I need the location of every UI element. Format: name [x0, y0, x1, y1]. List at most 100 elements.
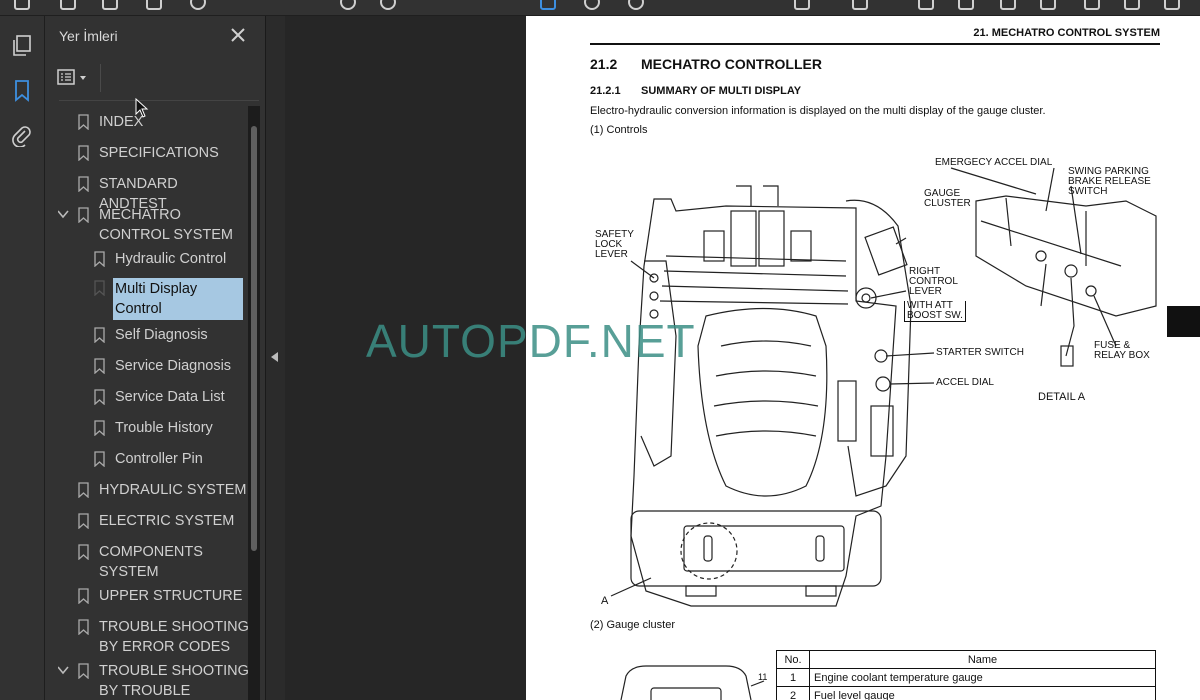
bookmark-icon: [78, 619, 89, 635]
callout-starter-switch: STARTER SWITCH: [936, 347, 1024, 358]
bookmark-icon: [94, 327, 105, 343]
bookmark-item-multi-display-control[interactable]: Multi Display Control: [58, 278, 248, 320]
bookmark-options-button[interactable]: [57, 66, 93, 90]
print-icon[interactable]: [146, 0, 162, 10]
bookmark-icon: [78, 513, 89, 529]
callout-gauge-cluster: GAUGE CLUSTER: [924, 188, 971, 209]
table-cell-name: Engine coolant temperature gauge: [809, 668, 1156, 687]
page-thumbnails-button[interactable]: [8, 32, 36, 60]
table-header-no: No.: [776, 650, 810, 669]
bookmark-icon: [78, 588, 89, 604]
bookmark-label: TROUBLE SHOOTING BY TROUBLE: [99, 663, 248, 699]
bookmark-item-trouble-shooting-trouble[interactable]: TROUBLE SHOOTING BY TROUBLE: [58, 661, 248, 700]
bookmarks-panel: Yer İmleri INDEX SPECIFICATIONS STANDARD…: [45, 16, 265, 700]
bookmark-label: ELECTRIC SYSTEM: [99, 513, 235, 529]
watermark-text: AUTOPDF.NET: [366, 315, 696, 367]
bookmark-icon: [94, 420, 105, 436]
top-toolbar: [0, 0, 1200, 16]
table-cell-no: 1: [776, 668, 810, 687]
bookmark-icon: [78, 114, 89, 130]
bookmark-icon: [78, 482, 89, 498]
bookmark-label: Hydraulic Control: [115, 251, 227, 267]
bookmark-label: Controller Pin: [115, 451, 203, 467]
zoom-tool-icon[interactable]: [628, 0, 644, 10]
fit-page-icon[interactable]: [794, 0, 810, 10]
bookmark-icon: [94, 358, 105, 374]
bookmark-label: HYDRAULIC SYSTEM: [99, 482, 247, 498]
bookmark-label: MECHATRO CONTROL SYSTEM: [99, 207, 234, 243]
scrollbar-thumb[interactable]: [251, 126, 257, 551]
bookmark-item-mechatro-control-system[interactable]: MECHATRO CONTROL SYSTEM: [58, 205, 248, 245]
bookmark-label: Service Data List: [115, 389, 225, 405]
attachments-button[interactable]: [8, 122, 36, 150]
share-file-icon[interactable]: [1164, 0, 1180, 10]
callout-accel-dial: ACCEL DIAL: [936, 377, 994, 388]
bookmark-icon: [94, 251, 105, 267]
panel-title: Yer İmleri: [59, 28, 118, 44]
stamp-icon[interactable]: [1084, 0, 1100, 10]
paperclip-icon: [12, 126, 31, 147]
bookmark-icon: [15, 80, 29, 102]
bookmarks-button[interactable]: [8, 77, 36, 105]
panel-scrollbar[interactable]: [248, 106, 260, 700]
bookmark-icon: [78, 145, 89, 161]
close-panel-button[interactable]: [228, 25, 248, 45]
comment-icon[interactable]: [918, 0, 934, 10]
sign-icon[interactable]: [852, 0, 868, 10]
bookmark-tool-icon[interactable]: [60, 0, 76, 10]
panel-divider: [59, 100, 259, 101]
bookmark-label: Self Diagnosis: [115, 327, 208, 343]
detail-a-label: DETAIL A: [1038, 391, 1086, 403]
bookmark-icon: [78, 663, 89, 679]
table-header-name: Name: [809, 650, 1156, 669]
table-header-row: No. Name: [776, 650, 1156, 669]
page-edge-marker: [1167, 306, 1200, 337]
mouse-cursor-icon: [135, 98, 149, 118]
panel-splitter[interactable]: [265, 16, 285, 700]
chevron-down-icon[interactable]: [58, 208, 69, 220]
callout-fuse-relay: FUSE & RELAY BOX: [1094, 340, 1150, 361]
callout-safety-lock: SAFETY LOCK LEVER: [595, 229, 634, 260]
chevron-down-icon: [80, 76, 86, 80]
bookmark-item-trouble-shooting-error-codes[interactable]: TROUBLE SHOOTING BY ERROR CODES: [58, 617, 248, 657]
close-icon: [231, 28, 245, 42]
home-icon[interactable]: [14, 0, 30, 10]
page-thumbnails-icon: [13, 35, 31, 56]
bookmark-icon: [78, 176, 89, 192]
reference-11: 11: [758, 672, 768, 682]
collapse-panel-icon[interactable]: [271, 352, 278, 362]
navigation-rail: [0, 16, 45, 700]
callout-att-boost: WITH ATT BOOST SW.: [904, 301, 966, 322]
bookmark-label: Multi Display Control: [113, 278, 243, 320]
bookmark-icon: [94, 451, 105, 467]
bookmark-icon: [78, 544, 89, 560]
more-tools-icon[interactable]: [1124, 0, 1140, 10]
reference-a: A: [601, 595, 609, 607]
table-cell-name: Fuel level gauge: [809, 686, 1156, 700]
bookmark-label: Trouble History: [115, 420, 213, 436]
zoom-in-icon[interactable]: [380, 0, 396, 10]
chevron-down-icon[interactable]: [58, 664, 69, 676]
search-icon[interactable]: [190, 0, 206, 10]
draw-icon[interactable]: [1000, 0, 1016, 10]
highlight-icon[interactable]: [958, 0, 974, 10]
share-icon[interactable]: [102, 0, 118, 10]
gauge-cluster-heading: (2) Gauge cluster: [590, 619, 675, 631]
bookmark-tree: INDEX SPECIFICATIONS STANDARD ANDTEST ME…: [58, 106, 248, 700]
bookmark-icon: [78, 207, 89, 223]
toolbar-separator: [100, 64, 101, 92]
text-tool-icon[interactable]: [1040, 0, 1056, 10]
select-tool-icon[interactable]: [540, 0, 556, 10]
bookmark-label: UPPER STRUCTURE: [99, 588, 243, 604]
bookmark-icon: [94, 389, 105, 405]
zoom-out-icon[interactable]: [340, 0, 356, 10]
bookmark-label: TROUBLE SHOOTING BY ERROR CODES: [99, 619, 248, 655]
bookmark-label: COMPONENTS SYSTEM: [99, 544, 203, 580]
callout-emergency-accel: EMERGECY ACCEL DIAL: [935, 157, 1053, 168]
callout-swing-parking: SWING PARKING BRAKE RELEASE SWITCH: [1068, 166, 1151, 197]
bookmark-icon: [94, 280, 105, 296]
hand-tool-icon[interactable]: [584, 0, 600, 10]
list-options-icon: [57, 69, 75, 85]
bookmark-item-components-system[interactable]: COMPONENTS SYSTEM: [58, 542, 248, 582]
callout-right-control: RIGHT CONTROL LEVER: [909, 266, 958, 297]
